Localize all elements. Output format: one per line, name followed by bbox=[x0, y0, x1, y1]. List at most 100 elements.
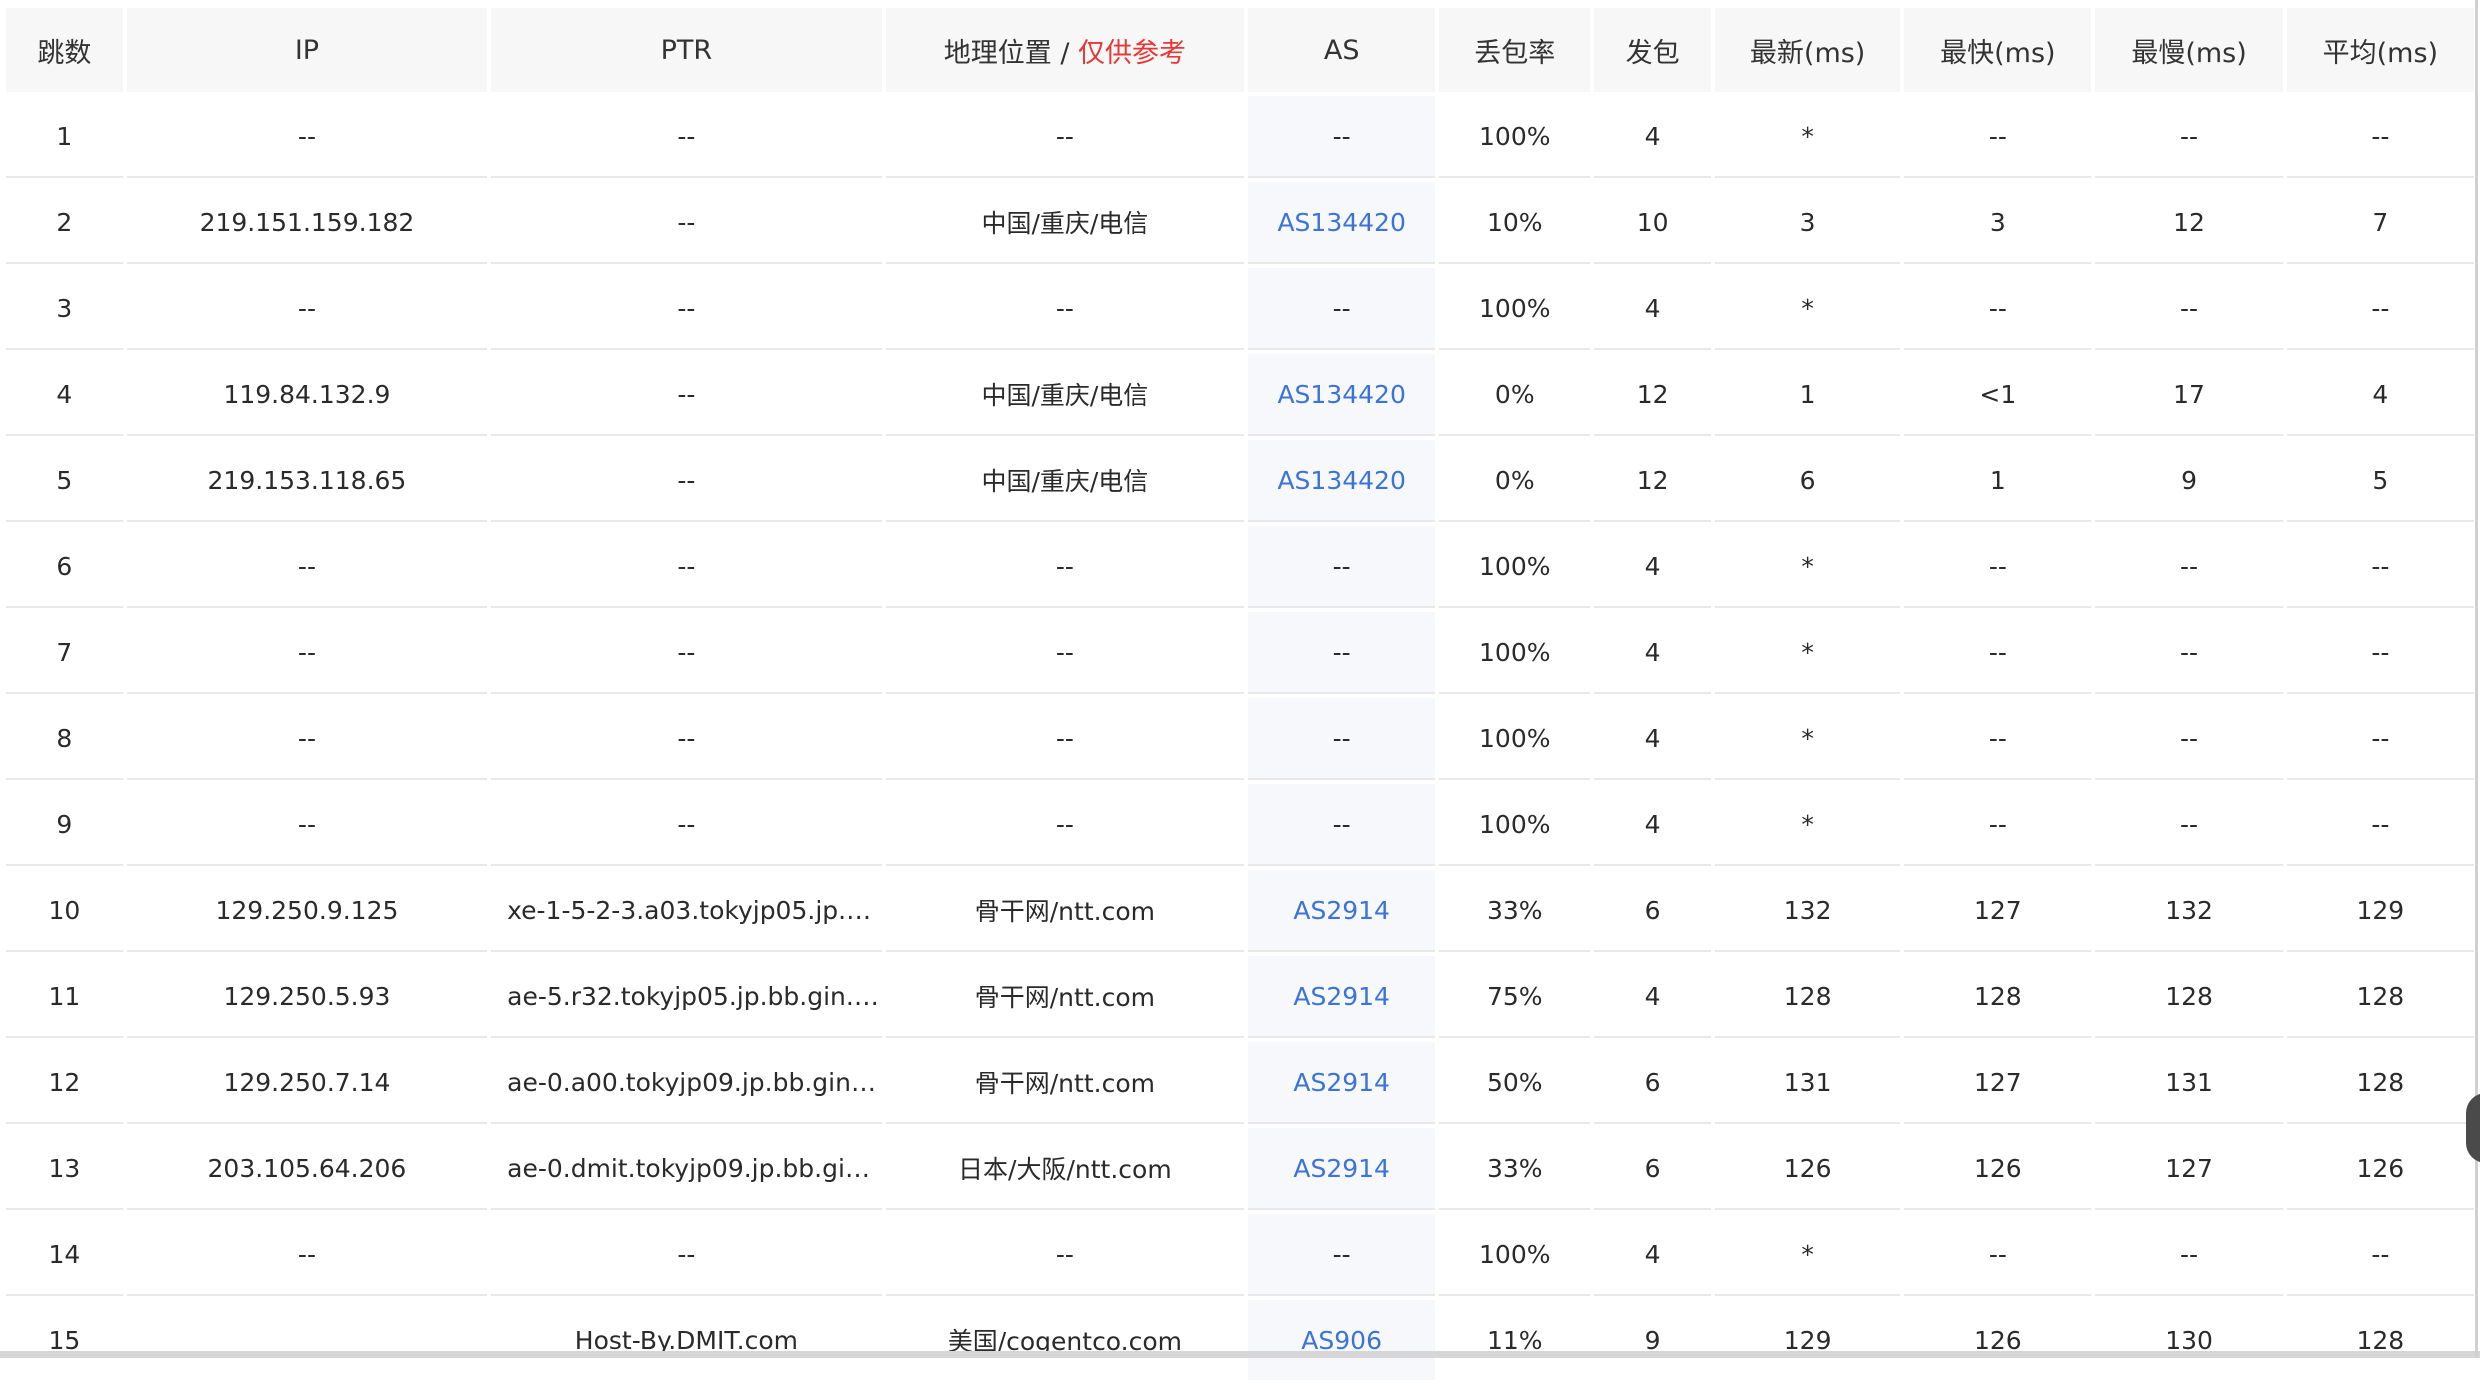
cell-as: -- bbox=[1248, 526, 1436, 608]
cell-avg: -- bbox=[2286, 96, 2474, 178]
cell-ptr: -- bbox=[491, 526, 882, 608]
cell-best: -- bbox=[1904, 612, 2092, 694]
header-geo-note: 仅供参考 bbox=[1078, 37, 1186, 69]
cell-last: * bbox=[1715, 612, 1901, 694]
table-row[interactable]: 10 129.250.9.125 xe-1-5-2-3.a03.tokyjp05.j… bbox=[6, 870, 2474, 952]
table-row[interactable]: 9 -- -- -- -- 100% 4 * -- -- -- bbox=[6, 784, 2474, 866]
cell-loss: 33% bbox=[1439, 1128, 1591, 1210]
as-link[interactable]: AS2914 bbox=[1293, 1154, 1390, 1183]
cell-best: 128 bbox=[1904, 956, 2092, 1038]
cell-worst: -- bbox=[2095, 698, 2283, 780]
cell-best: -- bbox=[1904, 698, 2092, 780]
cell-ip: -- bbox=[126, 268, 488, 350]
cell-loss: 100% bbox=[1439, 526, 1591, 608]
as-link[interactable]: AS134420 bbox=[1277, 208, 1405, 237]
header-hop[interactable]: 跳数 bbox=[6, 8, 123, 92]
cell-loss: 33% bbox=[1439, 870, 1591, 952]
cell-as: -- bbox=[1248, 784, 1436, 866]
cell-last: 126 bbox=[1715, 1128, 1901, 1210]
cell-geo: -- bbox=[885, 526, 1245, 608]
cell-sent: 4 bbox=[1594, 526, 1712, 608]
table-row[interactable]: 8 -- -- -- -- 100% 4 * -- -- -- bbox=[6, 698, 2474, 780]
table-body: 1 -- -- -- -- 100% 4 * -- -- -- 2 219.151.159.182 -- 中… bbox=[6, 96, 2474, 1380]
table-row[interactable]: 15 Host-By.DMIT.com 美国/cogentco.com AS906 11… bbox=[6, 1300, 2474, 1380]
cell-avg: 5 bbox=[2286, 440, 2474, 522]
cell-worst: 12 bbox=[2095, 182, 2283, 264]
cell-hop: 1 bbox=[6, 96, 123, 178]
cell-sent: 12 bbox=[1594, 354, 1712, 436]
table-header-row: 跳数 IP PTR 地理位置 / 仅供参考 AS 丢包率 发包 最新(ms) 最… bbox=[6, 8, 2474, 92]
cell-loss: 0% bbox=[1439, 354, 1591, 436]
cell-worst: 17 bbox=[2095, 354, 2283, 436]
cell-as: AS2914 bbox=[1248, 956, 1436, 1038]
cell-avg: -- bbox=[2286, 1214, 2474, 1296]
floating-scroll-handle[interactable] bbox=[2466, 1093, 2480, 1163]
cell-worst: -- bbox=[2095, 268, 2283, 350]
as-link[interactable]: AS2914 bbox=[1293, 896, 1390, 925]
as-link[interactable]: AS134420 bbox=[1277, 380, 1405, 409]
table-row[interactable]: 11 129.250.5.93 ae-5.r32.tokyjp05.jp.bb.gi… bbox=[6, 956, 2474, 1038]
cell-last: * bbox=[1715, 1214, 1901, 1296]
header-loss[interactable]: 丢包率 bbox=[1439, 8, 1591, 92]
table-row[interactable]: 2 219.151.159.182 -- 中国/重庆/电信 AS134420 10% 10 3… bbox=[6, 182, 2474, 264]
table-row[interactable]: 7 -- -- -- -- 100% 4 * -- -- -- bbox=[6, 612, 2474, 694]
header-geo[interactable]: 地理位置 / 仅供参考 bbox=[885, 8, 1245, 92]
cell-worst: 9 bbox=[2095, 440, 2283, 522]
table-row[interactable]: 5 219.153.118.65 -- 中国/重庆/电信 AS134420 0% 12 6 1 9… bbox=[6, 440, 2474, 522]
cell-avg: 129 bbox=[2286, 870, 2474, 952]
cell-as: AS134420 bbox=[1248, 182, 1436, 264]
table-row[interactable]: 1 -- -- -- -- 100% 4 * -- -- -- bbox=[6, 96, 2474, 178]
header-ip[interactable]: IP bbox=[126, 8, 488, 92]
cell-ip: -- bbox=[126, 526, 488, 608]
header-avg[interactable]: 平均(ms) bbox=[2286, 8, 2474, 92]
cell-ptr: -- bbox=[491, 96, 882, 178]
header-ptr[interactable]: PTR bbox=[491, 8, 882, 92]
cell-ptr: -- bbox=[491, 698, 882, 780]
table-row[interactable]: 4 119.84.132.9 -- 中国/重庆/电信 AS134420 0% 12 1 <1 17… bbox=[6, 354, 2474, 436]
cell-ip: -- bbox=[126, 1214, 488, 1296]
header-best[interactable]: 最快(ms) bbox=[1904, 8, 2092, 92]
as-link[interactable]: AS2914 bbox=[1293, 982, 1390, 1011]
cell-ptr: -- bbox=[491, 440, 882, 522]
cell-ip: -- bbox=[126, 96, 488, 178]
cell-loss: 100% bbox=[1439, 698, 1591, 780]
cell-as: AS906 bbox=[1248, 1300, 1436, 1380]
cell-sent: 6 bbox=[1594, 1128, 1712, 1210]
cell-ip: -- bbox=[126, 698, 488, 780]
cell-last: * bbox=[1715, 698, 1901, 780]
cell-as: -- bbox=[1248, 698, 1436, 780]
cell-loss: 50% bbox=[1439, 1042, 1591, 1124]
cell-best: -- bbox=[1904, 1214, 2092, 1296]
table-row[interactable]: 12 129.250.7.14 ae-0.a00.tokyjp09.jp.bb.gi… bbox=[6, 1042, 2474, 1124]
cell-hop: 3 bbox=[6, 268, 123, 350]
cell-as: -- bbox=[1248, 268, 1436, 350]
header-sent[interactable]: 发包 bbox=[1594, 8, 1712, 92]
cell-best: -- bbox=[1904, 96, 2092, 178]
cell-ip: 129.250.7.14 bbox=[126, 1042, 488, 1124]
table-row[interactable]: 3 -- -- -- -- 100% 4 * -- -- -- bbox=[6, 268, 2474, 350]
header-as[interactable]: AS bbox=[1248, 8, 1436, 92]
cell-sent: 4 bbox=[1594, 268, 1712, 350]
header-worst[interactable]: 最慢(ms) bbox=[2095, 8, 2283, 92]
cell-ptr: ae-0.a00.tokyjp09.jp.bb.gin.n... bbox=[491, 1042, 882, 1124]
header-last[interactable]: 最新(ms) bbox=[1715, 8, 1901, 92]
cell-as: -- bbox=[1248, 1214, 1436, 1296]
cell-avg: 4 bbox=[2286, 354, 2474, 436]
cell-sent: 4 bbox=[1594, 956, 1712, 1038]
cell-as: AS134420 bbox=[1248, 354, 1436, 436]
cell-ptr: ae-0.dmit.tokyjp09.jp.bb.gin.... bbox=[491, 1128, 882, 1210]
table-row[interactable]: 6 -- -- -- -- 100% 4 * -- -- -- bbox=[6, 526, 2474, 608]
cell-hop: 11 bbox=[6, 956, 123, 1038]
as-link[interactable]: AS2914 bbox=[1293, 1068, 1390, 1097]
cell-ip bbox=[126, 1300, 488, 1380]
cell-ptr: -- bbox=[491, 1214, 882, 1296]
cell-ptr: -- bbox=[491, 612, 882, 694]
as-link[interactable]: AS134420 bbox=[1277, 466, 1405, 495]
cell-geo: 骨干网/ntt.com bbox=[885, 1042, 1245, 1124]
cell-worst: -- bbox=[2095, 1214, 2283, 1296]
table-row[interactable]: 14 -- -- -- -- 100% 4 * -- -- -- bbox=[6, 1214, 2474, 1296]
table-row[interactable]: 13 203.105.64.206 ae-0.dmit.tokyjp09.jp.bb… bbox=[6, 1128, 2474, 1210]
cell-avg: 7 bbox=[2286, 182, 2474, 264]
cell-sent: 10 bbox=[1594, 182, 1712, 264]
cell-ptr: -- bbox=[491, 784, 882, 866]
